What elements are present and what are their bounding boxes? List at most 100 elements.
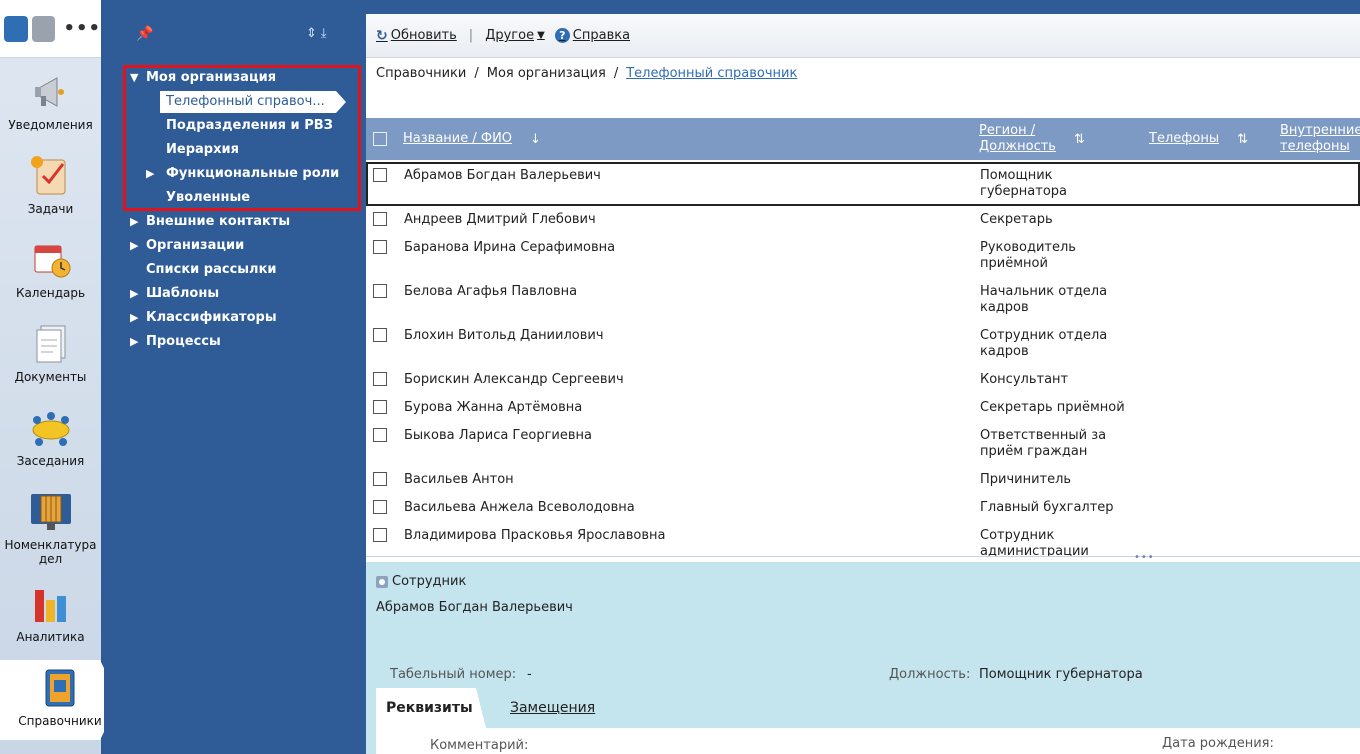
position-label: Должность: bbox=[889, 667, 971, 682]
column-internal-phones[interactable]: Внутренние телефоны bbox=[1280, 118, 1360, 160]
column-name[interactable]: Название / ФИО ↓ bbox=[403, 118, 541, 160]
toolbar: ↻ Обновить | Другое ▼ ? Справка bbox=[366, 14, 1360, 58]
breadcrumb-root[interactable]: Справочники bbox=[376, 66, 466, 81]
sort-both-icon[interactable]: ⇅ bbox=[1237, 132, 1248, 147]
row-checkbox[interactable] bbox=[373, 240, 387, 254]
rail-item-documents[interactable]: Документы bbox=[0, 322, 101, 384]
analytics-icon bbox=[29, 582, 73, 626]
rail-item-label: Задачи bbox=[27, 202, 74, 216]
table-row[interactable]: Андреев Дмитрий Глебович Секретарь bbox=[366, 206, 1360, 234]
table-row[interactable]: Борискин Александр Сергеевич Консультант bbox=[366, 366, 1360, 394]
rail-item-tasks[interactable]: Задачи bbox=[0, 154, 101, 216]
toolbar-separator: | bbox=[468, 28, 474, 43]
briefcase-active-icon[interactable] bbox=[4, 15, 28, 42]
meetings-icon bbox=[29, 406, 73, 450]
briefcase-icon[interactable] bbox=[31, 15, 56, 42]
tree-item-label: Организации bbox=[146, 238, 245, 253]
comment-label: Комментарий: bbox=[430, 738, 529, 753]
tree-item-external-contacts[interactable]: ▶ Внешние контакты bbox=[130, 211, 290, 233]
breadcrumb-current[interactable]: Телефонный справочник bbox=[626, 66, 797, 81]
cell-position: Помощник губернатора bbox=[980, 168, 1068, 199]
row-checkbox[interactable] bbox=[373, 428, 387, 442]
table-row[interactable]: Быкова Лариса Георгиевна Ответственный з… bbox=[366, 422, 1360, 466]
row-checkbox[interactable] bbox=[373, 284, 387, 298]
column-name-label[interactable]: Название / ФИО bbox=[403, 131, 512, 147]
row-checkbox[interactable] bbox=[373, 500, 387, 514]
documents-icon bbox=[29, 322, 73, 366]
tree-item-mailing-lists[interactable]: Списки рассылки bbox=[146, 259, 277, 281]
rail-item-label: Аналитика bbox=[16, 630, 85, 644]
row-checkbox[interactable] bbox=[373, 472, 387, 486]
select-all-checkbox[interactable] bbox=[373, 118, 387, 160]
rail-item-notifications[interactable]: Уведомления bbox=[0, 70, 101, 132]
other-menu-button[interactable]: Другое ▼ bbox=[485, 28, 545, 43]
column-internal-label-1[interactable]: Внутренние bbox=[1280, 123, 1360, 139]
rail-item-analytics[interactable]: Аналитика bbox=[0, 582, 101, 644]
rail-item-calendar[interactable]: Календарь bbox=[0, 238, 101, 300]
row-checkbox[interactable] bbox=[373, 528, 387, 542]
megaphone-icon bbox=[29, 70, 73, 114]
table-row[interactable]: Баранова Ирина Серафимовна Руководитель … bbox=[366, 234, 1360, 278]
tab-requisites[interactable]: Реквизиты bbox=[376, 688, 486, 728]
caret-down-icon: ▼ bbox=[537, 30, 545, 41]
cell-position: Сотрудник отдела кадров bbox=[980, 328, 1108, 359]
table-row[interactable]: Васильева Анжела Всеволодовна Главный бу… bbox=[366, 494, 1360, 522]
details-panel: Сотрудник Абрамов Богдан Валерьевич Табе… bbox=[366, 562, 1360, 754]
rail-item-nomenclature[interactable]: Номенклатура дел bbox=[0, 490, 101, 566]
triangle-right-icon: ▶ bbox=[130, 239, 139, 252]
help-icon: ? bbox=[554, 28, 570, 43]
expand-collapse-icon[interactable]: ⇕⤓ bbox=[306, 26, 331, 41]
cell-name: Васильева Анжела Всеволодовна bbox=[404, 500, 635, 515]
column-region-label-2[interactable]: Должность bbox=[979, 139, 1056, 155]
sort-down-icon[interactable]: ↓ bbox=[530, 132, 541, 147]
triangle-right-icon: ▶ bbox=[130, 215, 139, 228]
grid-header: Название / ФИО ↓ Регион / Должность ⇅ Те… bbox=[366, 118, 1360, 160]
cell-position: Секретарь приёмной bbox=[980, 400, 1125, 415]
table-row[interactable]: Владимирова Прасковья Ярославовна Сотруд… bbox=[366, 522, 1360, 556]
cell-position: Секретарь bbox=[980, 212, 1053, 227]
breadcrumb-parent[interactable]: Моя организация bbox=[487, 66, 606, 81]
rail-item-meetings[interactable]: Заседания bbox=[0, 406, 101, 468]
refresh-button[interactable]: ↻ Обновить bbox=[376, 28, 457, 44]
details-name: Абрамов Богдан Валерьевич bbox=[376, 600, 573, 615]
breadcrumb: Справочники / Моя организация / Телефонный с… bbox=[376, 66, 797, 81]
calendar-icon bbox=[29, 238, 73, 282]
column-region[interactable]: Регион / Должность ⇅ bbox=[979, 118, 1085, 160]
app-rail: ••• Уведомления Задачи Календарь Докумен… bbox=[0, 0, 120, 754]
rail-item-label: Заседания bbox=[16, 454, 85, 468]
row-checkbox[interactable] bbox=[373, 168, 387, 182]
rail-item-label: Номенклатура дел bbox=[4, 538, 97, 566]
table-row[interactable]: Бурова Жанна Артёмовна Секретарь приёмно… bbox=[366, 394, 1360, 422]
column-internal-label-2[interactable]: телефоны bbox=[1280, 139, 1360, 155]
help-button[interactable]: ? Справка bbox=[554, 28, 630, 43]
table-row[interactable]: Васильев Антон Причинитель bbox=[366, 466, 1360, 494]
tab-number-label: Табельный номер: bbox=[390, 667, 517, 682]
sort-both-icon[interactable]: ⇅ bbox=[1074, 132, 1085, 147]
checkbox[interactable] bbox=[373, 132, 387, 146]
more-icon[interactable]: ••• bbox=[63, 18, 101, 39]
table-row[interactable]: Блохин Витольд Даниилович Сотрудник отде… bbox=[366, 322, 1360, 366]
tab-substitutions[interactable]: Замещения bbox=[510, 688, 595, 728]
cell-name: Абрамов Богдан Валерьевич bbox=[404, 168, 601, 183]
table-row[interactable]: Абрамов Богдан Валерьевич Помощник губер… bbox=[366, 162, 1360, 206]
rail-top: ••• bbox=[0, 0, 101, 58]
row-checkbox[interactable] bbox=[373, 372, 387, 386]
pin-icon[interactable]: 📌 bbox=[136, 26, 153, 42]
column-phones[interactable]: Телефоны ⇅ bbox=[1149, 118, 1248, 160]
tree-item-templates[interactable]: ▶ Шаблоны bbox=[130, 283, 219, 305]
cell-name: Андреев Дмитрий Глебович bbox=[404, 212, 596, 227]
tree-item-label: Шаблоны bbox=[146, 286, 220, 301]
details-type-label: Сотрудник bbox=[392, 574, 467, 589]
cell-name: Борискин Александр Сергеевич bbox=[404, 372, 624, 387]
column-phones-label[interactable]: Телефоны bbox=[1149, 131, 1219, 147]
table-row[interactable]: Белова Агафья Павловна Начальник отдела … bbox=[366, 278, 1360, 322]
row-checkbox[interactable] bbox=[373, 212, 387, 226]
tree-item-organizations[interactable]: ▶ Организации bbox=[130, 235, 244, 257]
row-checkbox[interactable] bbox=[373, 400, 387, 414]
tree-item-classifiers[interactable]: ▶ Классификаторы bbox=[130, 307, 277, 329]
row-checkbox[interactable] bbox=[373, 328, 387, 342]
directories-icon bbox=[38, 666, 82, 710]
column-region-label-1[interactable]: Регион / bbox=[979, 123, 1056, 139]
rail-item-directories[interactable]: Справочники bbox=[0, 660, 120, 740]
tree-item-processes[interactable]: ▶ Процессы bbox=[130, 331, 221, 353]
